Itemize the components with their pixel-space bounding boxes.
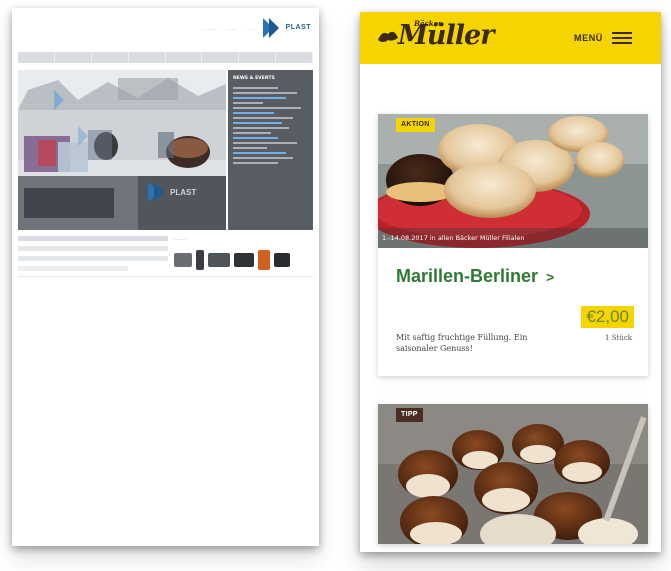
products-label: .......... (174, 236, 187, 241)
main-navigation (18, 52, 313, 63)
product-title: Marillen-Berliner (396, 266, 539, 286)
promo-badge: AKTION (396, 118, 435, 132)
bakers-hat-icon (378, 31, 398, 42)
hamburger-icon (611, 32, 632, 44)
hero-collage-image: PLAST (18, 70, 226, 230)
chevron-right-icon: > (546, 269, 555, 285)
tip-badge: TIPP (396, 408, 423, 422)
hero-image[interactable]: PLAST (18, 70, 226, 230)
section-bar (18, 266, 128, 271)
nav-item[interactable] (202, 52, 240, 63)
nav-item[interactable] (239, 52, 277, 63)
td-plast-screenshot: ............ ........ ........ PLAST PLA… (12, 8, 319, 546)
brand-logo[interactable]: Müller (398, 20, 494, 51)
nav-item[interactable] (18, 52, 55, 63)
nav-item[interactable] (92, 52, 129, 63)
news-link[interactable] (233, 112, 275, 114)
section-bar (18, 256, 168, 261)
price-unit: 1 Stück (605, 334, 632, 342)
promo-caption: 1.-14.08.2017 in allen Bäcker Müller Fil… (382, 234, 525, 242)
menu-button[interactable]: MENÜ (574, 29, 632, 47)
news-link[interactable] (233, 137, 278, 139)
utility-link[interactable]: ........ (247, 26, 257, 31)
nav-item[interactable] (276, 52, 313, 63)
pretzel-rolls-photo (378, 404, 648, 544)
product-thumbnail[interactable] (196, 250, 204, 270)
utility-link[interactable]: ............ (201, 26, 216, 31)
berliner-photo (378, 114, 648, 248)
product-card[interactable]: AKTION 1.-14.08.2017 in allen Bäcker Mül… (378, 114, 648, 376)
nav-item[interactable] (55, 52, 92, 63)
mueller-mobile-screenshot: Bäcker Müller MENÜ AKTION 1.-14.08.2017 … (360, 12, 661, 552)
product-description: Mit saftig fruchtige Füllung. Ein saison… (396, 333, 528, 353)
lower-section: .......... (18, 236, 313, 280)
news-link[interactable] (233, 97, 286, 99)
product-image: AKTION 1.-14.08.2017 in allen Bäcker Mül… (378, 114, 648, 248)
td-plast-logo-text: PLAST (285, 24, 311, 31)
product-thumbnail[interactable] (174, 253, 192, 267)
product-thumbnail[interactable] (234, 253, 254, 267)
news-link[interactable] (233, 122, 282, 124)
price-tag: €2,00 (581, 306, 634, 328)
utility-links: ............ ........ ........ (201, 26, 257, 31)
product-title-link[interactable]: Marillen-Berliner > (396, 266, 554, 287)
product-card-tip[interactable]: TIPP (378, 404, 648, 544)
section-bar (18, 236, 168, 241)
news-events-panel: NEWS & EVENTS (228, 70, 313, 230)
nav-item[interactable] (129, 52, 166, 63)
news-link[interactable] (233, 152, 286, 154)
svg-text:PLAST: PLAST (170, 188, 196, 197)
product-thumbnail[interactable] (208, 253, 230, 267)
product-thumbnail[interactable] (258, 250, 270, 270)
menu-label: MENÜ (574, 33, 603, 43)
utility-link[interactable]: ........ (227, 26, 237, 31)
section-bar (18, 246, 168, 251)
product-thumbnails (174, 246, 313, 274)
td-plast-header: ............ ........ ........ PLAST (12, 8, 319, 50)
news-panel-title: NEWS & EVENTS (233, 76, 275, 81)
nav-item[interactable] (166, 52, 203, 63)
product-thumbnail[interactable] (274, 253, 290, 267)
mueller-header: Bäcker Müller MENÜ (360, 12, 661, 64)
